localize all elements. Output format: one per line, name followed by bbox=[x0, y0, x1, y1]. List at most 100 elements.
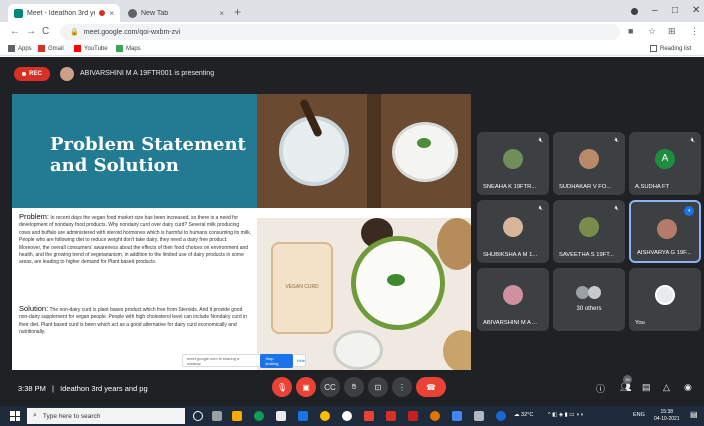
stop-sharing-button[interactable]: Stop sharing bbox=[260, 353, 293, 368]
reading-list-label: Reading list bbox=[660, 45, 692, 52]
meeting-details: 3:38 PM | Ideathon 3rd years and pg bbox=[18, 384, 148, 393]
chrome-icon[interactable] bbox=[320, 411, 330, 421]
close-window-button[interactable]: ✕ bbox=[692, 5, 700, 16]
reload-icon[interactable]: C bbox=[42, 26, 49, 37]
info-icon[interactable]: ⓘ bbox=[596, 382, 605, 395]
tab-new-tab[interactable]: New Tab × bbox=[122, 4, 230, 22]
more-options-button[interactable]: ⋮ bbox=[392, 377, 412, 397]
bookmark-youtube[interactable]: YouTube bbox=[74, 45, 108, 52]
file-explorer-icon[interactable] bbox=[232, 411, 242, 421]
slide-title: Problem Statement and Solution bbox=[50, 134, 250, 176]
slide-title-panel: Problem Statement and Solution bbox=[12, 94, 257, 208]
bookmark-apps[interactable]: Apps bbox=[8, 45, 32, 52]
participant-tile[interactable]: 🔇︎ A A.SUDHA FT bbox=[629, 132, 701, 195]
participant-tile[interactable]: 🔇︎ SUDHAKAR V FO... bbox=[553, 132, 625, 195]
cloud-icon: ☁︎ bbox=[514, 412, 522, 418]
mic-off-button[interactable]: 🎙︎ bbox=[272, 377, 292, 397]
cortana-icon[interactable] bbox=[193, 411, 203, 421]
activities-icon[interactable]: △ bbox=[663, 382, 670, 393]
end-call-button[interactable]: ☎︎ bbox=[416, 377, 446, 397]
menu-icon[interactable]: ⋮ bbox=[690, 26, 699, 37]
safety-icon[interactable]: ◉ bbox=[684, 382, 692, 393]
tray-icons[interactable]: ^ ◧ ◈ ▮ ▭ ◑ ◐ bbox=[548, 412, 584, 418]
meeting-name: Ideathon 3rd years and pg bbox=[60, 384, 148, 393]
back-icon[interactable]: ← bbox=[10, 26, 20, 37]
tab-close-icon[interactable]: × bbox=[219, 9, 224, 18]
windows-start-icon[interactable] bbox=[10, 411, 20, 421]
presenter-avatar bbox=[60, 67, 74, 81]
participant-tile[interactable]: ABIVARSHINI M A ... bbox=[477, 268, 549, 331]
slide-title-line2: and Solution bbox=[50, 155, 179, 176]
rec-dot-icon bbox=[22, 72, 27, 76]
participant-name: SUDHAKAR V FO... bbox=[559, 184, 612, 190]
app-icon[interactable] bbox=[342, 411, 352, 421]
participant-tile[interactable]: 🔇︎ SNEAHA K 19FTR... bbox=[477, 132, 549, 195]
problem-text: In recent days the vegan food market siz… bbox=[19, 215, 251, 266]
apps-grid-icon bbox=[8, 45, 15, 52]
others-tile[interactable]: 30 others bbox=[553, 268, 625, 331]
office-icon[interactable] bbox=[364, 411, 374, 421]
tab-close-icon[interactable]: × bbox=[109, 9, 114, 18]
mail-icon[interactable] bbox=[298, 411, 308, 421]
new-tab-button[interactable]: + bbox=[234, 5, 241, 19]
bookmark-star-icon[interactable]: ☆ bbox=[648, 26, 656, 37]
meet-favicon-icon bbox=[14, 8, 23, 18]
maximize-button[interactable]: □ bbox=[672, 5, 678, 16]
bookmark-maps[interactable]: Maps bbox=[116, 45, 141, 52]
app-icon[interactable] bbox=[430, 411, 440, 421]
address-bar[interactable]: 🔒 meet.google.com/qoi-wxbm-zvi bbox=[60, 24, 620, 40]
tab-title: New Tab bbox=[141, 9, 169, 17]
notifications-icon[interactable]: ▤ bbox=[690, 410, 698, 419]
profile-icon[interactable] bbox=[631, 8, 638, 15]
presented-slide: Problem Statement and Solution Problem: … bbox=[12, 94, 471, 370]
clock-time: 15:38 bbox=[660, 409, 674, 415]
tab-meet[interactable]: Meet - Ideathon 3rd years a × bbox=[8, 4, 120, 22]
hide-button[interactable]: Hide bbox=[297, 358, 305, 363]
store-icon[interactable] bbox=[276, 411, 286, 421]
people-count-badge: 39 bbox=[623, 375, 632, 384]
leaf-image bbox=[387, 274, 405, 286]
search-placeholder: Type here to search bbox=[42, 412, 101, 420]
presenting-notice: ABIVARSHINI M A 19FTR001 is presenting bbox=[80, 70, 215, 77]
app-icon[interactable] bbox=[496, 411, 506, 421]
active-chrome-icon[interactable] bbox=[474, 411, 484, 421]
camera-off-button[interactable]: ▣ bbox=[296, 377, 316, 397]
app-icon[interactable] bbox=[386, 411, 396, 421]
camera-permission-icon[interactable]: ■ bbox=[628, 26, 633, 36]
taskbar-clock[interactable]: 15:38 04-10-2021 bbox=[654, 409, 680, 423]
weather-widget[interactable]: ☁︎ 32°C bbox=[514, 412, 533, 418]
minimize-button[interactable]: – bbox=[652, 5, 658, 16]
vegan-curd-jar-image: VEGAN CURD bbox=[271, 242, 333, 334]
speaking-indicator-icon: ◖ bbox=[684, 206, 694, 216]
task-view-icon[interactable] bbox=[212, 411, 222, 421]
forward-icon[interactable]: → bbox=[26, 26, 36, 37]
url-text: meet.google.com/qoi-wxbm-zvi bbox=[83, 28, 181, 36]
reading-list[interactable]: Reading list bbox=[650, 45, 691, 52]
recording-indicator-icon bbox=[99, 10, 106, 16]
self-avatar bbox=[655, 285, 675, 305]
participant-tile[interactable]: 🔇︎ SAVEETHA S 19FT... bbox=[553, 200, 625, 263]
cashew-bowl-image bbox=[443, 330, 471, 370]
extensions-icon[interactable]: ⊞ bbox=[668, 26, 676, 37]
app-icon[interactable] bbox=[408, 411, 418, 421]
taskbar-search[interactable]: ⌕ Type here to search bbox=[27, 408, 185, 424]
edge-icon[interactable] bbox=[254, 411, 264, 421]
app-icon[interactable] bbox=[452, 411, 462, 421]
lock-icon: 🔒 bbox=[70, 29, 79, 36]
captions-button[interactable]: CC bbox=[320, 377, 340, 397]
mic-off-icon: 🎙︎ bbox=[276, 382, 288, 392]
raise-hand-button[interactable]: ✋︎ bbox=[344, 377, 364, 397]
present-button[interactable]: ⊡ bbox=[368, 377, 388, 397]
problem-paragraph: Problem: In recent days the vegan food m… bbox=[19, 213, 251, 267]
screen: Meet - Ideathon 3rd years a × New Tab × … bbox=[0, 0, 704, 426]
participant-name: You bbox=[635, 320, 645, 326]
self-tile[interactable]: You bbox=[629, 268, 701, 331]
participant-name: ABIVARSHINI M A ... bbox=[483, 320, 538, 326]
participant-tile[interactable]: 🔇︎ SHUBIKSHA A M 1... bbox=[477, 200, 549, 263]
participant-tile-speaking[interactable]: ◖ AISHVARYA G 19F... bbox=[629, 200, 701, 263]
chat-icon[interactable]: ▤ bbox=[642, 382, 651, 393]
bookmark-gmail[interactable]: Gmail bbox=[38, 45, 64, 52]
problem-label: Problem: bbox=[19, 212, 50, 221]
language-indicator[interactable]: ENG bbox=[633, 412, 645, 418]
meeting-time: 3:38 PM bbox=[18, 384, 46, 393]
